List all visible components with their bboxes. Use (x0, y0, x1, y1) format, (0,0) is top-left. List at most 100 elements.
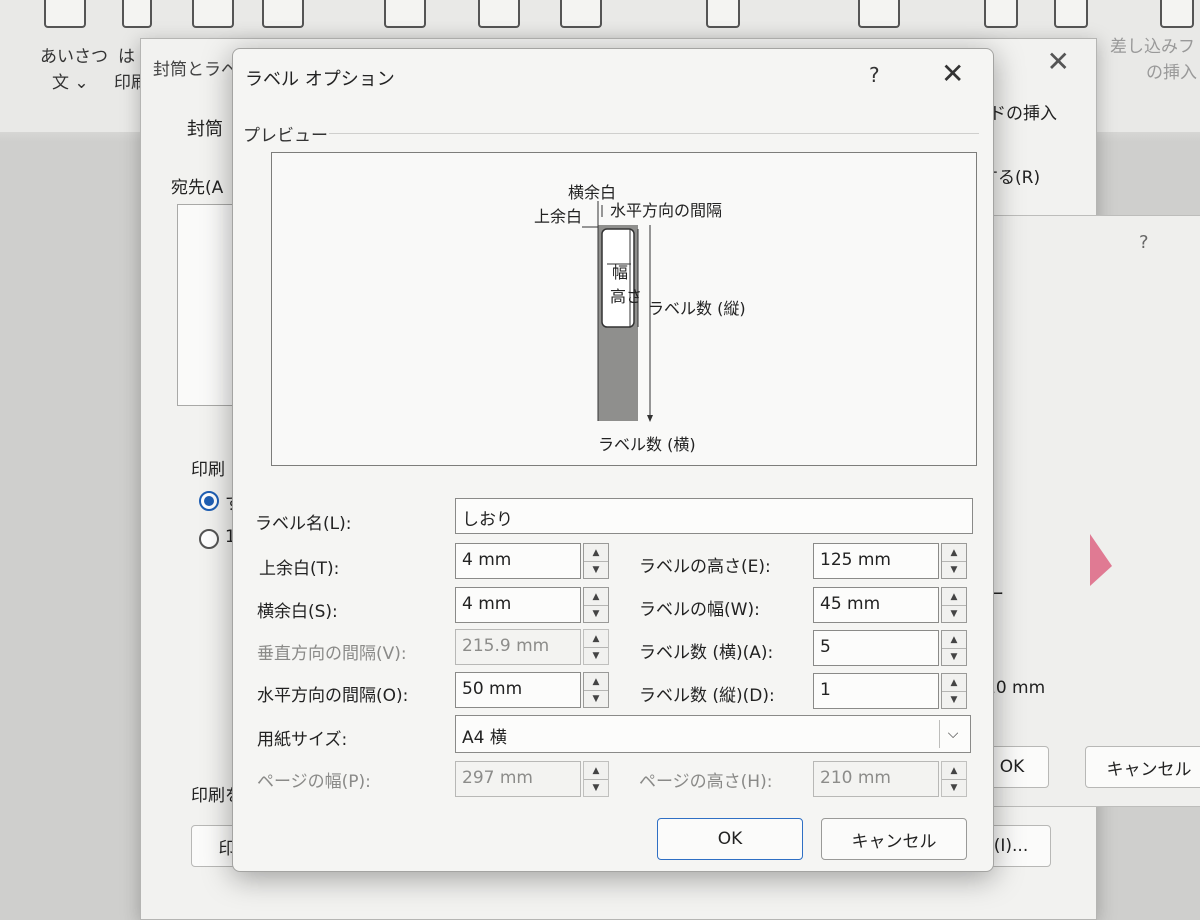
vertical-pitch-spinner: ▲ ▼ (583, 629, 609, 665)
page-height-spinner: ▲ ▼ (941, 761, 967, 797)
vertical-pitch-field: 215.9 mm (455, 629, 581, 665)
number-down-label: ラベル数 (縦)(D): (639, 686, 775, 706)
spin-up-icon[interactable]: ▲ (584, 588, 608, 606)
insert-field-icon[interactable] (1160, 0, 1194, 28)
match-fields-icon[interactable] (1054, 0, 1088, 28)
label-height-spinner[interactable]: ▲ ▼ (941, 543, 967, 579)
label-width-spinner[interactable]: ▲ ▼ (941, 587, 967, 623)
preview-group-divider (329, 133, 979, 134)
options-button-label: (I)... (993, 836, 1029, 856)
spin-up-icon[interactable]: ▲ (584, 544, 608, 562)
vertical-pitch-label: 垂直方向の間隔(V): (257, 644, 407, 664)
preview-side-margin: 横余白 (568, 183, 617, 202)
horizontal-pitch-label: 水平方向の間隔(O): (257, 686, 409, 706)
document-icon[interactable] (122, 0, 152, 28)
label-height-label: ラベルの高さ(E): (639, 557, 771, 577)
label-options-dialog: ラベル オプション ? ✕ プレビュー 横余白 上余白 水平方向の間隔 幅 高さ… (232, 48, 994, 872)
paper-size-value: A4 横 (462, 728, 507, 748)
spin-up-icon[interactable]: ▲ (584, 673, 608, 691)
print-group-label: 印刷 (191, 460, 225, 480)
preview-horizontal-pitch: 水平方向の間隔 (610, 201, 723, 220)
example-icon[interactable] (44, 0, 86, 28)
spin-up-icon: ▲ (584, 630, 608, 648)
barcode-icon[interactable] (858, 0, 900, 28)
recipient-list-icon[interactable] (478, 0, 520, 28)
number-down-spinner[interactable]: ▲ ▼ (941, 673, 967, 709)
help-icon[interactable]: ? (1139, 232, 1149, 253)
tab-envelopes[interactable]: 封筒 (187, 115, 223, 141)
chevron-down-icon[interactable]: ⌵ (939, 720, 966, 748)
close-icon[interactable]: ✕ (941, 57, 964, 90)
field-icon[interactable] (706, 0, 740, 28)
horizontal-pitch-spinner[interactable]: ▲ ▼ (583, 672, 609, 708)
preview-rows: ラベル数 (縦) (648, 299, 746, 318)
greeting-label[interactable]: あいさつ (40, 42, 108, 67)
spin-up-icon[interactable]: ▲ (942, 588, 966, 606)
side-margin-label: 横余白(S): (257, 602, 338, 622)
preview-group-label: プレビュー (243, 126, 328, 146)
envelope-stack-icon[interactable] (262, 0, 304, 28)
address-label: 宛先(A (171, 178, 224, 198)
page-width-spinner: ▲ ▼ (583, 761, 609, 797)
spin-down-icon[interactable]: ▼ (584, 605, 608, 622)
spin-up-icon[interactable]: ▲ (942, 544, 966, 562)
spin-down-icon[interactable]: ▼ (584, 690, 608, 707)
print-label[interactable]: は (118, 42, 135, 67)
spin-up-icon: ▲ (942, 762, 966, 780)
greeting-sub-label[interactable]: 文 ⌄ (52, 68, 89, 93)
mail-icon[interactable] (384, 0, 426, 28)
side-margin-field[interactable]: 4 mm (455, 587, 581, 623)
radio-full-page[interactable] (199, 491, 219, 511)
spin-down-icon[interactable]: ▼ (942, 605, 966, 622)
ok-button[interactable]: OK (657, 818, 803, 860)
number-down-field[interactable]: 1 (813, 673, 939, 709)
spin-up-icon: ▲ (584, 762, 608, 780)
label-name-field[interactable]: しおり (455, 498, 973, 534)
top-margin-spinner[interactable]: ▲ ▼ (583, 543, 609, 579)
rows-arrow-head (647, 415, 653, 422)
merge-field-sub-label[interactable]: の挿入 (1146, 58, 1197, 83)
address-box[interactable] (177, 204, 237, 406)
spin-down-icon[interactable]: ▼ (942, 691, 966, 708)
spin-down-icon[interactable]: ▼ (942, 648, 966, 665)
side-margin-spinner[interactable]: ▲ ▼ (583, 587, 609, 623)
number-across-field[interactable]: 5 (813, 630, 939, 666)
ok-button-label: OK (717, 829, 743, 849)
spin-up-icon[interactable]: ▲ (942, 674, 966, 692)
paper-size-label: 用紙サイズ: (257, 730, 348, 750)
dialog-title: ラベル オプション (245, 69, 395, 90)
number-across-label: ラベル数 (横)(A): (639, 643, 774, 663)
bg-cancel-button[interactable]: キャンセル (1085, 746, 1200, 788)
horizontal-pitch-field[interactable]: 50 mm (455, 672, 581, 708)
cancel-button[interactable]: キャンセル (821, 818, 967, 860)
label-height-field[interactable]: 125 mm (813, 543, 939, 579)
merge-field-label[interactable]: 差し込みフ (1110, 32, 1195, 57)
spin-down-icon[interactable]: ▼ (584, 561, 608, 578)
paper-size-select[interactable]: A4 横 ⌵ (455, 715, 971, 753)
preview-top-margin: 上余白 (534, 207, 583, 226)
page-width-field: 297 mm (455, 761, 581, 797)
insert-field-label[interactable]: ドの挿入 (989, 99, 1057, 124)
cancel-button-label: キャンセル (851, 831, 937, 852)
label-width-field[interactable]: 45 mm (813, 587, 939, 623)
number-across-spinner[interactable]: ▲ ▼ (941, 630, 967, 666)
rules-icon[interactable] (984, 0, 1018, 28)
top-margin-field[interactable]: 4 mm (455, 543, 581, 579)
page-height-label: ページの高さ(H): (639, 772, 773, 792)
label-preview: 横余白 上余白 水平方向の間隔 幅 高さ ラベル数 (縦) ラベル数 (横) (271, 152, 977, 466)
envelope-icon[interactable] (192, 0, 234, 28)
spin-down-icon: ▼ (592, 782, 600, 793)
spin-down-icon: ▼ (950, 782, 958, 793)
page-width-label: ページの幅(P): (257, 772, 371, 792)
spin-down-icon[interactable]: ▼ (942, 561, 966, 578)
help-icon[interactable]: ? (869, 63, 880, 87)
radio-single-label[interactable] (199, 529, 219, 549)
close-icon[interactable]: ✕ (1047, 45, 1070, 78)
edit-list-icon[interactable] (560, 0, 602, 28)
bg-cancel-button-label: キャンセル (1106, 759, 1192, 780)
label-width-label: ラベルの幅(W): (639, 600, 760, 620)
spin-up-icon[interactable]: ▲ (942, 631, 966, 649)
bg-ok-button-label: OK (999, 757, 1025, 777)
preview-height: 高さ (610, 287, 643, 306)
label-name-label: ラベル名(L): (255, 514, 352, 534)
